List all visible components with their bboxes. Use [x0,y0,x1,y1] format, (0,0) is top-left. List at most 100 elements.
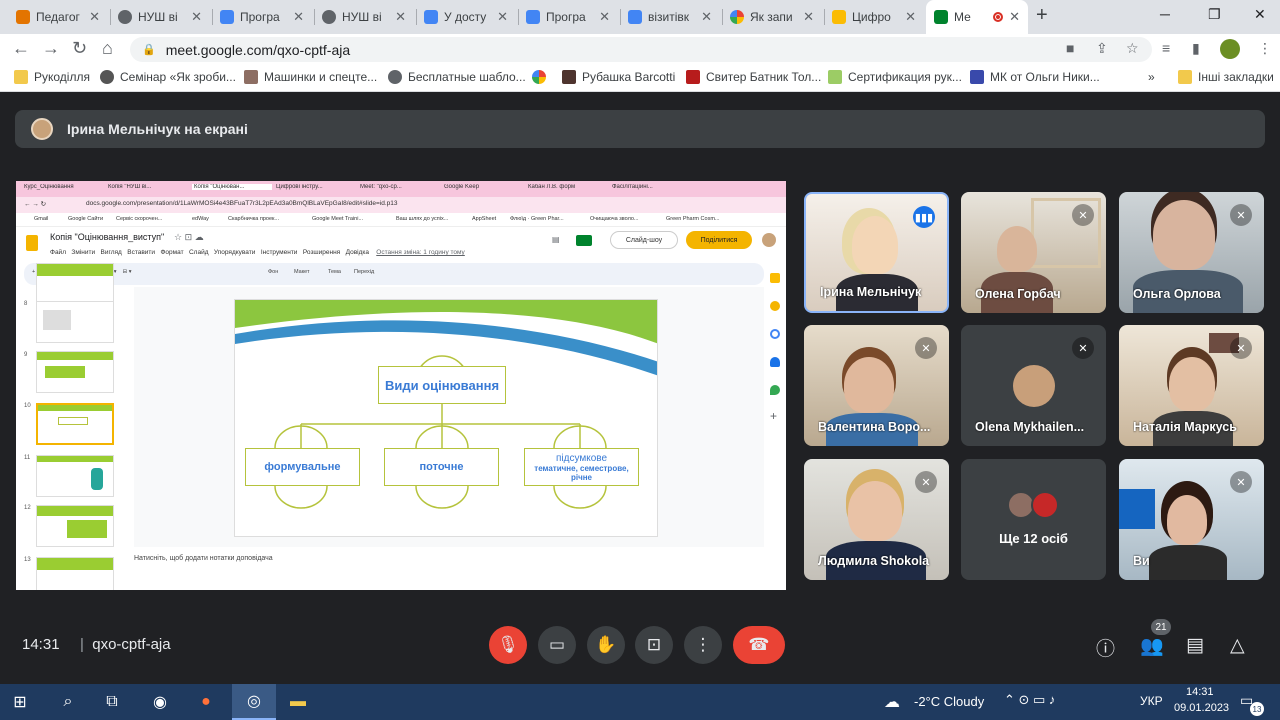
browser-tab[interactable]: Програ ✕ [212,0,312,34]
tab-title: Цифро [852,10,891,24]
tab-close-icon[interactable]: ✕ [293,9,304,25]
home-icon[interactable]: ⌂ [102,38,113,59]
camera-toggle-button[interactable]: ▭ [538,626,576,664]
participant-tile[interactable]: ✕ Olena Mykhailen... [961,325,1106,446]
slideshow-button: Слайд-шоу [610,231,678,249]
bookmark-label: Сертификация рук... [848,70,962,84]
browser-tab[interactable]: Як запи ✕ [722,0,822,34]
bookmark-item[interactable]: МК от Ольги Ники... [970,70,1100,84]
bookmark-label: Машинки и спецте... [264,70,378,84]
task-view-icon[interactable]: ⧉ [100,690,124,714]
participant-tile[interactable]: ✕ Наталія Маркусь [1119,325,1264,446]
browser-tab[interactable]: НУШ ві ✕ [110,0,210,34]
tab-close-icon[interactable]: ✕ [905,9,916,25]
tab-title: У досту [444,10,487,24]
windows-start-icon[interactable]: ⊞ [8,690,32,714]
inner-bookmark: Скарбничка проек... [228,216,280,222]
inner-address-bar: ← → ↻ docs.google.com/presentation/d/1La… [16,197,786,213]
menu-item: Файл [50,249,66,256]
reload-icon[interactable]: ↻ [72,38,87,59]
slides-logo-icon [26,235,38,251]
address-bar[interactable]: 🔒 meet.google.com/qxo-cptf-aja [130,37,1152,62]
browser-tab[interactable]: НУШ ві ✕ [314,0,414,34]
bookmark-star-icon[interactable]: ☆ [1126,40,1139,57]
language-indicator[interactable]: УКР [1140,694,1163,708]
tray-icons[interactable]: ⌃ ⊙ ▭ ♪ [1004,692,1055,708]
bookmark-favicon-icon [970,70,984,84]
bookmark-item[interactable]: Сертификация рук... [828,70,962,84]
tab-close-icon[interactable]: ✕ [89,9,100,25]
tab-close-icon[interactable]: ✕ [497,9,508,25]
menu-icon[interactable]: ⋮ [1258,40,1272,57]
share-icon[interactable]: ⇪ [1096,40,1108,57]
raise-hand-button[interactable]: ✋ [587,626,625,664]
bookmark-item[interactable]: Свитер Батник Тол... [686,70,821,84]
browser-tab[interactable]: Педагог ✕ [8,0,108,34]
taskbar-time: 14:31 [1186,686,1214,698]
participant-tile-speaking[interactable]: ▮▮▮ Ірина Мельнічук [804,192,949,313]
browser-tab[interactable]: візитівк ✕ [620,0,720,34]
browser-tab[interactable]: У досту ✕ [416,0,516,34]
new-tab-icon[interactable]: + [1036,4,1048,27]
activities-icon[interactable]: △ [1230,634,1245,657]
participant-tile[interactable]: ✕ Олена Горбач [961,192,1106,313]
window-close-icon[interactable]: ✕ [1254,6,1266,23]
bookmarks-overflow-icon[interactable]: » [1148,70,1155,84]
browser-tab[interactable]: Програ ✕ [518,0,618,34]
inner-tab: Копія "НУШ ві... [108,184,152,190]
participant-tile[interactable]: ✕ Валентина Воро... [804,325,949,446]
participant-tile[interactable]: ✕ Ольга Орлова [1119,192,1264,313]
speaking-indicator-icon: ▮▮▮ [913,206,935,228]
tab-close-icon[interactable]: ✕ [395,9,406,25]
meeting-info-icon[interactable]: ⓘ [1096,634,1115,661]
chat-icon[interactable]: ▤ [1186,634,1204,657]
firefox-icon[interactable]: ● [194,690,218,714]
search-icon[interactable]: ⌕ [56,690,80,714]
tab-close-icon[interactable]: ✕ [599,9,610,25]
chrome-taskbar-icon[interactable]: ◎ [232,684,276,720]
inner-tab: Курс_Оцінювання [24,184,74,190]
participant-name: Ви [1133,554,1150,568]
bookmark-item[interactable]: Рубашка Barcotti [562,70,675,84]
mic-toggle-button[interactable]: 🎙 [489,626,527,664]
tab-close-icon[interactable]: ✕ [191,9,202,25]
bookmark-favicon-icon [100,70,114,84]
minimize-icon[interactable]: ─ [1160,6,1170,22]
bookmark-item[interactable]: Рукоділля [14,70,90,84]
edge-icon[interactable]: ◉ [148,690,172,714]
tab-close-icon[interactable]: ✕ [701,9,712,25]
forward-icon[interactable]: → [42,38,60,59]
leave-call-button[interactable]: ☎ [733,626,785,664]
reading-list-icon[interactable]: ≡ [1162,40,1170,56]
lock-icon: 🔒 [142,44,156,56]
inner-bookmark: Google Сайти [68,216,104,222]
participant-video [997,226,1037,272]
bookmark-item[interactable]: Семінар «Як зроби... [100,70,236,84]
more-options-button[interactable]: ⋮ [684,626,722,664]
self-tile[interactable]: ✕ Ви [1119,459,1264,580]
back-icon[interactable]: ← [12,38,30,59]
presenter-banner: Ірина Мельнічук на екрані [15,110,1265,148]
bookmark-item[interactable]: Бесплатные шабло... [388,70,526,84]
bookmark-item[interactable] [532,70,552,84]
profile-avatar[interactable] [1220,39,1240,59]
people-icon[interactable]: 👥 [1140,634,1164,658]
participant-name: Людмила Shokola [818,554,930,568]
other-bookmarks[interactable]: Інші закладки [1178,70,1274,84]
browser-tab[interactable]: Цифро ✕ [824,0,924,34]
maximize-icon[interactable]: ❐ [1208,6,1221,23]
sidepanel-icon[interactable]: ▮ [1192,40,1200,57]
tab-close-icon[interactable]: ✕ [803,9,814,25]
slide-thumbnail [36,505,114,547]
bookmark-item[interactable]: Машинки и спецте... [244,70,377,84]
participant-tile[interactable]: ✕ Людмила Shokola [804,459,949,580]
tab-close-icon[interactable]: ✕ [1009,9,1020,25]
participant-avatar [1013,365,1055,407]
more-participants-tile[interactable]: Ще 12 осіб [961,459,1106,580]
browser-tab-active[interactable]: Ме ✕ [926,0,1028,34]
tasks-icon [770,329,780,339]
presenter-label: Ірина Мельнічук на екрані [67,121,248,137]
present-button[interactable]: ⊡ [635,626,673,664]
file-explorer-icon[interactable]: ▬ [286,690,310,714]
camera-icon[interactable]: ■ [1066,40,1074,56]
